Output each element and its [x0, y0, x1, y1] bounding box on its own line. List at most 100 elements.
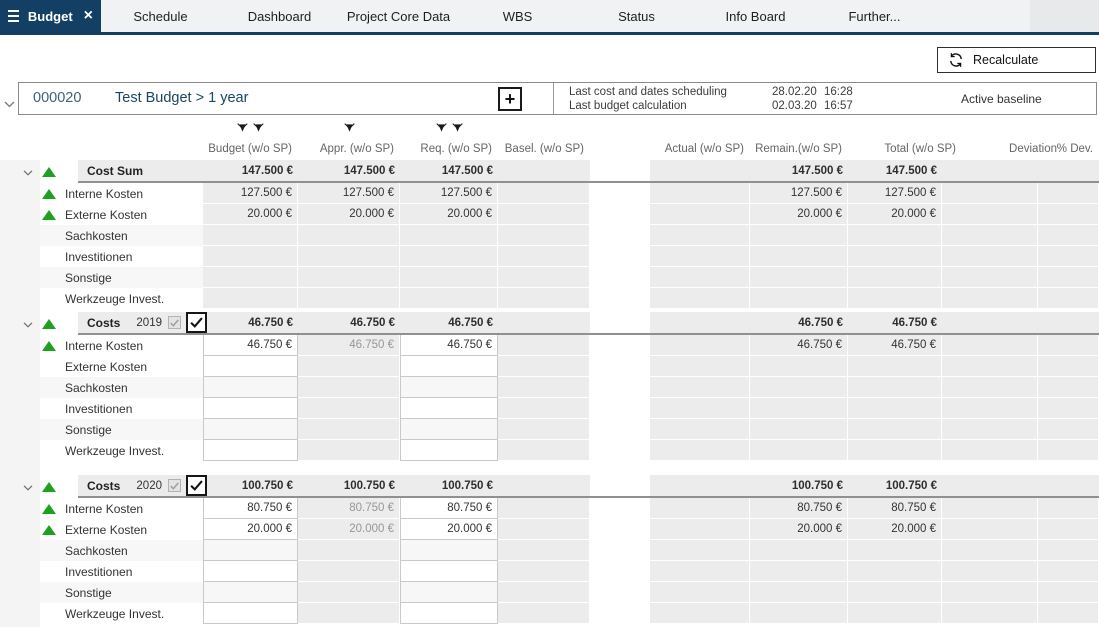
readonly-cell-actual — [650, 498, 750, 519]
column-header-total: Total (w/o SP) — [848, 119, 962, 160]
tab-further-[interactable]: Further... — [815, 0, 934, 32]
row-label: Investitionen — [65, 402, 132, 416]
budget-section: Costs2020100.750 €100.750 €100.750 €100.… — [0, 475, 1099, 624]
editable-cell-req[interactable]: 46.750 € — [400, 335, 498, 356]
readonly-cell-total — [848, 398, 942, 419]
readonly-cell-remain — [750, 246, 848, 267]
editable-cell-budget[interactable] — [203, 356, 298, 377]
filter-icon[interactable] — [436, 123, 447, 133]
budget-section: Costs201946.750 €46.750 €46.750 €46.750 … — [0, 312, 1099, 461]
tab-wbs[interactable]: WBS — [458, 0, 577, 32]
menu-icon[interactable] — [8, 10, 19, 22]
tab-project-core-data[interactable]: Project Core Data — [339, 0, 458, 32]
row-gutter — [0, 440, 40, 461]
readonly-cell-budget — [203, 288, 298, 309]
editable-cell-budget[interactable]: 20.000 € — [203, 519, 298, 540]
budget-row: Investitionen — [0, 246, 1099, 267]
readonly-cell-appr — [298, 225, 400, 246]
collapse-chevron-icon[interactable] — [23, 322, 33, 328]
recalculate-button[interactable]: Recalculate — [937, 47, 1096, 73]
readonly-cell-basel — [498, 225, 590, 246]
readonly-cell-pdev — [1038, 377, 1099, 398]
readonly-cell-remain — [750, 288, 848, 309]
readonly-cell-total — [848, 440, 942, 461]
group-label-cell: Costs2019 — [40, 312, 203, 335]
editable-cell-req[interactable]: 80.750 € — [400, 498, 498, 519]
tab-info-board[interactable]: Info Board — [696, 0, 815, 32]
readonly-cell-actual — [650, 356, 750, 377]
editable-cell-req[interactable] — [400, 377, 498, 398]
tab-status[interactable]: Status — [577, 0, 696, 32]
group-cell-req: 46.750 € — [400, 312, 498, 335]
row-gutter — [0, 498, 40, 519]
editable-cell-req[interactable]: 20.000 € — [400, 519, 498, 540]
editable-cell-req[interactable] — [400, 540, 498, 561]
year-checkbox[interactable] — [186, 475, 207, 496]
row-label: Sonstige — [65, 586, 112, 600]
editable-cell-req[interactable] — [400, 582, 498, 603]
filter-icon[interactable] — [253, 123, 264, 133]
group-cell-total: 100.750 € — [848, 475, 942, 498]
column-header-basel: Basel. (w/o SP) — [498, 119, 590, 160]
readonly-cell-appr — [298, 398, 400, 419]
editable-cell-budget[interactable] — [203, 540, 298, 561]
column-header-text: Budget (w/o SP) — [208, 143, 292, 155]
project-collapse-chevron-icon[interactable] — [4, 95, 15, 113]
readonly-cell-deviation — [942, 398, 1038, 419]
project-box: 000020 Test Budget > 1 year + Last cost … — [18, 82, 1097, 115]
readonly-cell-deviation — [942, 267, 1038, 288]
editable-cell-budget[interactable]: 80.750 € — [203, 498, 298, 519]
readonly-cell-appr: 46.750 € — [298, 335, 400, 356]
readonly-cell-basel — [498, 288, 590, 309]
column-header-text: Deviation — [1009, 143, 1057, 155]
editable-cell-budget[interactable] — [203, 377, 298, 398]
tab-budget-active[interactable]: Budget × — [0, 0, 101, 32]
editable-cell-req[interactable] — [400, 419, 498, 440]
editable-cell-budget[interactable] — [203, 398, 298, 419]
readonly-cell-deviation — [942, 246, 1038, 267]
editable-cell-req[interactable] — [400, 356, 498, 377]
tab-schedule[interactable]: Schedule — [101, 0, 220, 32]
trend-spacer — [42, 609, 56, 619]
group-cell-deviation — [942, 312, 1038, 335]
close-tab-icon[interactable]: × — [84, 8, 93, 24]
editable-cell-req[interactable] — [400, 561, 498, 582]
add-budget-year-button[interactable]: + — [498, 87, 522, 111]
filter-icon[interactable] — [344, 123, 355, 133]
readonly-cell-actual — [650, 419, 750, 440]
editable-cell-req[interactable] — [400, 440, 498, 461]
editable-cell-budget[interactable] — [203, 561, 298, 582]
editable-cell-budget[interactable]: 46.750 € — [203, 335, 298, 356]
editable-cell-req[interactable] — [400, 398, 498, 419]
trend-spacer — [42, 362, 56, 372]
year-checkbox-disabled — [168, 316, 181, 329]
group-cell-pdev — [1038, 160, 1099, 183]
editable-cell-budget[interactable] — [203, 603, 298, 624]
editable-cell-budget[interactable] — [203, 582, 298, 603]
group-cell-basel — [498, 160, 590, 183]
editable-cell-req[interactable] — [400, 603, 498, 624]
group-cell-req: 100.750 € — [400, 475, 498, 498]
group-cell-remain: 100.750 € — [750, 475, 848, 498]
row-label-cell: Sonstige — [40, 419, 203, 440]
column-header-row: Budget (w/o SP)Appr. (w/o SP)Req. (w/o S… — [0, 119, 1099, 160]
readonly-cell-pdev — [1038, 398, 1099, 419]
row-label: Sachkosten — [65, 381, 128, 395]
readonly-cell-budget — [203, 267, 298, 288]
readonly-cell-deviation — [942, 356, 1038, 377]
info-date: 02.03.20 — [772, 99, 824, 113]
readonly-cell-remain — [750, 267, 848, 288]
collapse-chevron-icon[interactable] — [23, 170, 33, 176]
filter-icon[interactable] — [452, 123, 463, 133]
editable-cell-budget[interactable] — [203, 419, 298, 440]
readonly-cell-total: 20.000 € — [848, 204, 942, 225]
editable-cell-budget[interactable] — [203, 440, 298, 461]
readonly-cell-remain — [750, 377, 848, 398]
readonly-cell-actual — [650, 540, 750, 561]
tab-dashboard[interactable]: Dashboard — [220, 0, 339, 32]
year-checkbox[interactable] — [186, 312, 207, 333]
row-label: Investitionen — [65, 565, 132, 579]
collapse-chevron-icon[interactable] — [23, 485, 33, 491]
readonly-cell-deviation — [942, 440, 1038, 461]
filter-icon[interactable] — [237, 123, 248, 133]
